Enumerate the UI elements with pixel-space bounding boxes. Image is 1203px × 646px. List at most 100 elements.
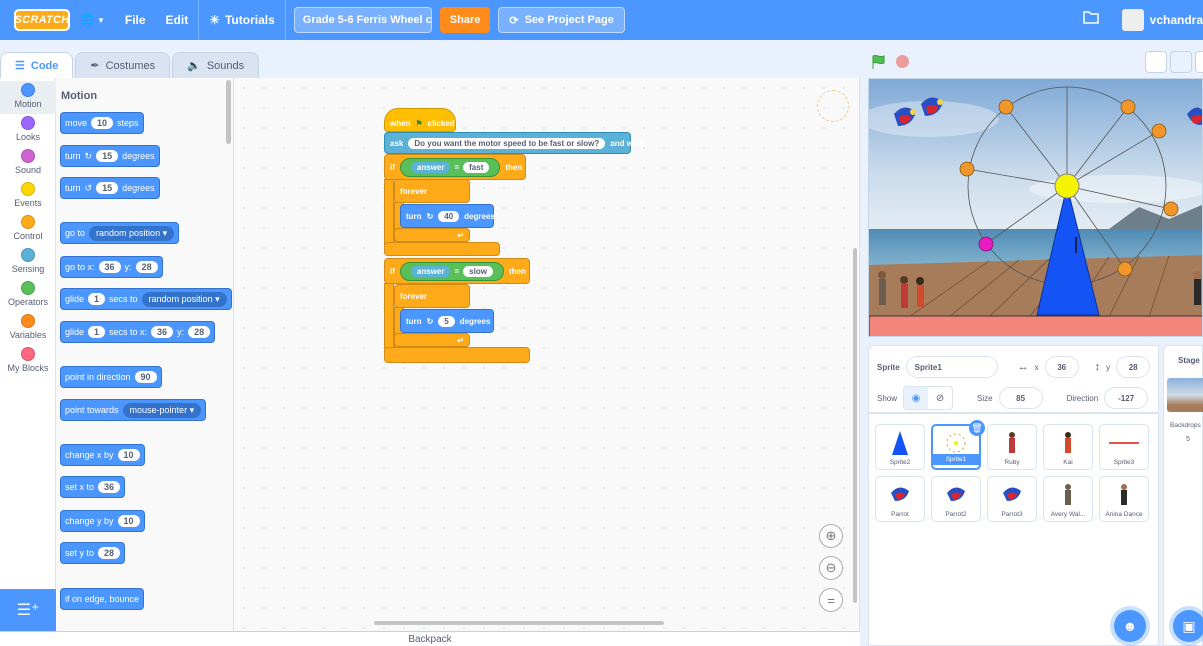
- script-horizontal-scrollbar[interactable]: [374, 621, 664, 625]
- trash-icon[interactable]: 🗑: [969, 420, 985, 436]
- forever-block[interactable]: forever: [394, 284, 470, 308]
- block-input[interactable]: 28: [135, 261, 158, 273]
- zoom-out-button[interactable]: ⊖: [819, 556, 843, 580]
- stage-selector[interactable]: Stage Backdrops 5 ▣: [1163, 345, 1203, 646]
- direction-input[interactable]: -127: [1104, 387, 1149, 409]
- stop-button[interactable]: [896, 55, 909, 68]
- answer-reporter[interactable]: answer: [410, 161, 451, 173]
- value-input[interactable]: fast: [463, 161, 490, 173]
- block-if-on-edge-bounce[interactable]: if on edge, bounce: [60, 588, 145, 610]
- x-input[interactable]: 36: [1044, 356, 1079, 378]
- block-input[interactable]: 10: [117, 515, 140, 527]
- block-input[interactable]: 36: [98, 261, 121, 273]
- sprite-tile-sprite3[interactable]: Sprite3: [1099, 424, 1149, 470]
- fullscreen-button[interactable]: [1195, 51, 1203, 73]
- block-set-x[interactable]: set x to 36: [60, 476, 126, 498]
- category-motion[interactable]: Motion: [0, 81, 56, 114]
- choose-sprite-button[interactable]: ☻: [1114, 610, 1146, 642]
- degrees-input[interactable]: 40: [438, 210, 460, 222]
- turn-right-block[interactable]: turn ↻ 40 degrees: [400, 204, 495, 228]
- block-input[interactable]: 28: [98, 547, 121, 559]
- project-title-input[interactable]: Grade 5-6 Ferris Wheel co...: [293, 7, 432, 33]
- block-input[interactable]: 36: [98, 481, 121, 493]
- backpack-header[interactable]: Backpack: [0, 631, 860, 646]
- tab-sounds[interactable]: 🔈 Sounds: [172, 52, 260, 78]
- category-operators[interactable]: Operators: [0, 279, 56, 312]
- block-change-x[interactable]: change x by 10: [60, 444, 145, 466]
- forever-block[interactable]: forever: [394, 179, 470, 203]
- category-events[interactable]: Events: [0, 180, 56, 213]
- sprite-tile-anina-dance[interactable]: Anina Dance: [1099, 476, 1149, 522]
- category-variables[interactable]: Variables: [0, 312, 56, 345]
- block-input[interactable]: 1: [88, 293, 106, 305]
- script-vertical-scrollbar[interactable]: [853, 248, 857, 603]
- file-menu[interactable]: File: [115, 0, 156, 40]
- sprite-tile-parrot[interactable]: Parrot: [875, 476, 925, 522]
- zoom-in-button[interactable]: ⊕: [819, 524, 843, 548]
- add-extension-button[interactable]: ☰⁺: [0, 589, 56, 631]
- block-point-in-direction[interactable]: point in direction 90: [60, 366, 162, 388]
- block-input[interactable]: 28: [188, 326, 211, 338]
- block-point-towards[interactable]: point towards mouse-pointer ▾: [60, 399, 207, 421]
- large-stage-button[interactable]: [1170, 51, 1192, 73]
- sprite-tile-sprite2[interactable]: Sprite2: [875, 424, 925, 470]
- value-input[interactable]: slow: [463, 265, 493, 277]
- block-move-steps[interactable]: move 10 steps: [60, 112, 144, 134]
- sprite-tile-kai[interactable]: Kai: [1043, 424, 1093, 470]
- if-block[interactable]: if answer = slow then: [384, 258, 530, 284]
- block-input[interactable]: 90: [134, 371, 157, 383]
- block-input[interactable]: 15: [96, 182, 119, 194]
- account-menu[interactable]: vchandra: [1114, 0, 1203, 40]
- language-menu[interactable]: 🌐 ▼: [70, 0, 115, 40]
- sprite-tile-avery[interactable]: Avery Wal...: [1043, 476, 1093, 522]
- sprite-tile-parrot2[interactable]: Parrot2: [931, 476, 981, 522]
- block-change-y[interactable]: change y by 10: [60, 510, 145, 532]
- block-input[interactable]: 10: [91, 117, 114, 129]
- my-stuff-folder-icon[interactable]: [1083, 10, 1099, 27]
- sprite-tile-parrot3[interactable]: Parrot3: [987, 476, 1037, 522]
- when-flag-clicked-block[interactable]: when ⚑ clicked: [384, 108, 456, 132]
- equals-operator[interactable]: answer = slow: [399, 261, 504, 281]
- choose-backdrop-button[interactable]: ▣: [1173, 610, 1203, 642]
- category-sensing[interactable]: Sensing: [0, 246, 56, 279]
- tab-costumes[interactable]: ✒ Costumes: [75, 52, 171, 78]
- tutorials-button[interactable]: ☀ Tutorials: [199, 0, 285, 40]
- block-set-y[interactable]: set y to 28: [60, 542, 126, 564]
- category-my-blocks[interactable]: My Blocks: [0, 345, 56, 378]
- tab-code[interactable]: ☰ Code: [0, 52, 74, 78]
- block-turn-right[interactable]: turn ↻ 15 degrees: [60, 145, 160, 167]
- turn-right-block[interactable]: turn ↻ 5 degrees: [400, 309, 494, 333]
- block-input[interactable]: 15: [96, 150, 119, 162]
- size-input[interactable]: 85: [998, 387, 1043, 409]
- block-turn-left[interactable]: turn ↺ 15 degrees: [60, 177, 160, 199]
- sprite-tile-sprite1[interactable]: Sprite1 🗑: [931, 420, 985, 470]
- category-looks[interactable]: Looks: [0, 114, 56, 147]
- ask-and-wait-block[interactable]: ask Do you want the motor speed to be fa…: [384, 132, 642, 154]
- block-input[interactable]: 10: [117, 449, 140, 461]
- reset-zoom-button[interactable]: =: [819, 588, 843, 612]
- category-sound[interactable]: Sound: [0, 147, 56, 180]
- sprite-name-input[interactable]: Sprite1: [905, 356, 998, 378]
- equals-operator[interactable]: answer = fast: [399, 157, 501, 177]
- small-stage-button[interactable]: [1145, 51, 1167, 73]
- block-go-to-xy[interactable]: go to x: 36 y: 28: [60, 256, 163, 278]
- script-area[interactable]: when ⚑ clicked ask Do you want the motor…: [234, 78, 860, 631]
- answer-reporter[interactable]: answer: [410, 265, 451, 277]
- stage-canvas[interactable]: [868, 78, 1203, 337]
- palette-scrollbar[interactable]: [226, 80, 231, 144]
- share-button[interactable]: Share: [439, 7, 491, 33]
- y-input[interactable]: 28: [1116, 356, 1151, 378]
- block-dropdown[interactable]: random position ▾: [141, 291, 227, 307]
- category-control[interactable]: Control: [0, 213, 56, 246]
- block-dropdown[interactable]: mouse-pointer ▾: [122, 402, 202, 418]
- hide-eye-icon[interactable]: ⊘: [928, 387, 952, 409]
- edit-menu[interactable]: Edit: [156, 0, 199, 40]
- sprite-tile-ruby[interactable]: Ruby: [987, 424, 1037, 470]
- scratch-logo[interactable]: SCRATCH: [14, 9, 70, 31]
- show-eye-icon[interactable]: ◉: [904, 387, 929, 409]
- see-project-page-button[interactable]: ⟳ See Project Page: [498, 7, 625, 33]
- block-glide-to-xy[interactable]: glide 1 secs to x: 36 y: 28: [60, 321, 216, 343]
- green-flag-button[interactable]: [870, 54, 886, 75]
- question-input[interactable]: Do you want the motor speed to be fast o…: [408, 137, 606, 149]
- block-dropdown[interactable]: random position ▾: [89, 225, 175, 241]
